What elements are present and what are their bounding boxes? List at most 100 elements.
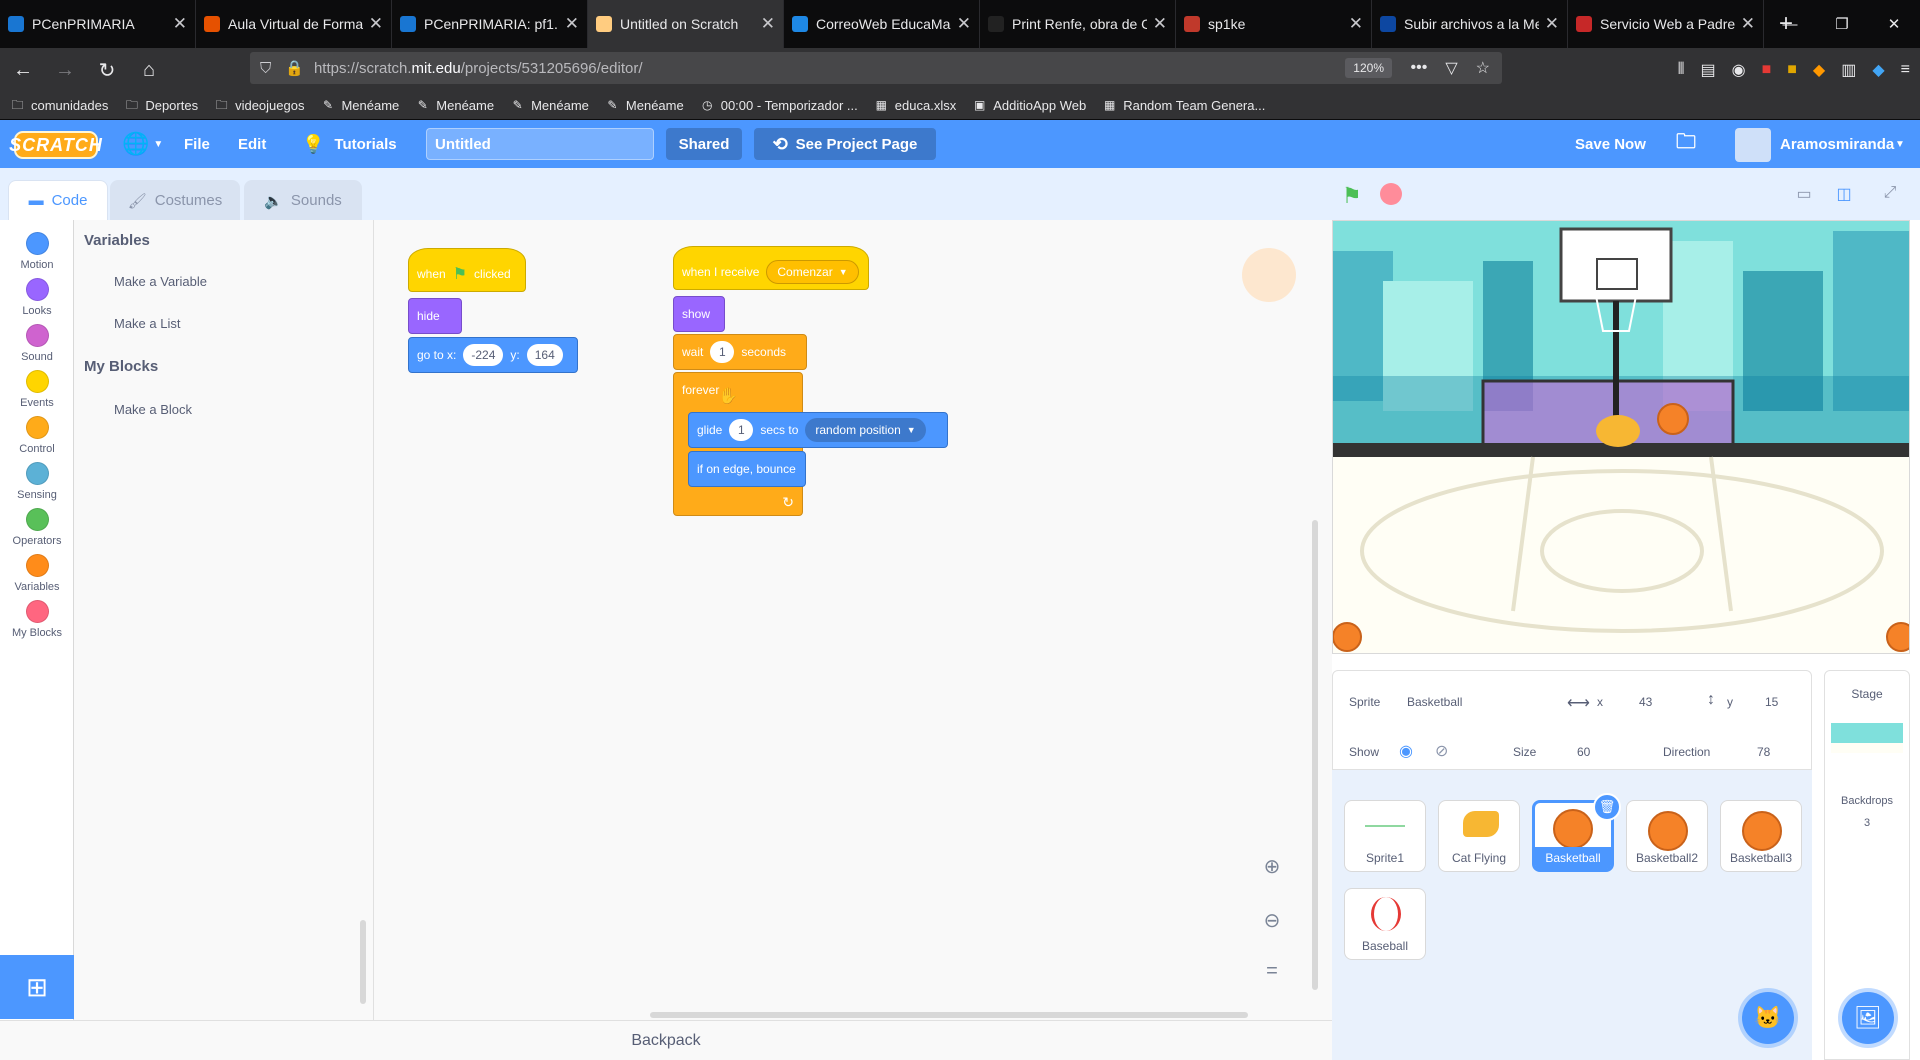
- close-tab-icon[interactable]: ✕: [173, 14, 187, 34]
- category-my-blocks[interactable]: My Blocks: [0, 600, 74, 639]
- close-tab-icon[interactable]: ✕: [957, 14, 971, 34]
- browser-tab[interactable]: Print Renfe, obra de Cru ✕: [980, 0, 1176, 48]
- browser-tab[interactable]: PCenPRIMARIA ✕: [0, 0, 196, 48]
- file-menu[interactable]: File: [184, 120, 210, 168]
- save-now-button[interactable]: Save Now: [1575, 120, 1646, 168]
- lock-icon[interactable]: 🔒: [285, 59, 304, 77]
- sprite-name-field[interactable]: Basketball: [1407, 695, 1462, 709]
- close-tab-icon[interactable]: ✕: [369, 14, 383, 34]
- add-sprite-button[interactable]: 🐱: [1742, 992, 1794, 1044]
- when-flag-clicked-block[interactable]: when ⚑ clicked: [408, 248, 526, 292]
- direction-field[interactable]: 78: [1757, 745, 1770, 759]
- zoom-reset-icon[interactable]: =: [1258, 960, 1286, 983]
- browser-tab[interactable]: Subir archivos a la Media ✕: [1372, 0, 1568, 48]
- tab-sounds[interactable]: 🔈 Sounds: [244, 180, 362, 220]
- add-backdrop-button[interactable]: 🖼: [1842, 992, 1894, 1044]
- bookmark-item[interactable]: ◷ 00:00 - Temporizador ...: [700, 98, 858, 113]
- make-variable-button[interactable]: Make a Variable: [114, 274, 207, 289]
- backdrop-thumbnail[interactable]: [1831, 723, 1903, 753]
- account-icon[interactable]: ◉: [1732, 60, 1746, 80]
- backpack[interactable]: Backpack: [0, 1020, 1332, 1060]
- category-sensing[interactable]: Sensing: [0, 462, 74, 501]
- zoom-in-icon[interactable]: ⊕: [1258, 854, 1286, 879]
- size-field[interactable]: 60: [1577, 745, 1590, 759]
- forward-icon[interactable]: →: [46, 53, 84, 87]
- scratch-logo[interactable]: SCRATCH: [9, 131, 102, 159]
- palette-scrollbar[interactable]: [360, 920, 366, 1004]
- tutorials-button[interactable]: 💡 Tutorials: [302, 120, 397, 168]
- close-window-icon[interactable]: ✕: [1868, 0, 1920, 48]
- close-tab-icon[interactable]: ✕: [1741, 14, 1755, 34]
- stage-canvas[interactable]: [1332, 220, 1910, 654]
- delete-sprite-icon[interactable]: 🗑: [1593, 793, 1621, 821]
- browser-tab[interactable]: sp1ke ✕: [1176, 0, 1372, 48]
- extension-icon[interactable]: ◆: [1872, 60, 1884, 80]
- project-title-input[interactable]: [426, 128, 654, 160]
- bookmark-item[interactable]: ▦ Random Team Genera...: [1102, 98, 1265, 113]
- browser-tab[interactable]: Untitled on Scratch ✕: [588, 0, 784, 48]
- sprite-tile[interactable]: Basketball3: [1720, 800, 1802, 872]
- bookmark-item[interactable]: ✎ Menéame: [605, 98, 683, 113]
- browser-tab[interactable]: Servicio Web a Padres de ✕: [1568, 0, 1764, 48]
- language-menu[interactable]: 🌐 ▼: [122, 120, 163, 168]
- back-icon[interactable]: ←: [4, 53, 42, 87]
- bookmark-item[interactable]: ✎ Menéame: [415, 98, 494, 113]
- tab-code[interactable]: ▬ Code: [8, 180, 108, 220]
- glide-target-dropdown[interactable]: random position ▼: [805, 418, 926, 442]
- green-flag-icon[interactable]: ⚑: [1342, 183, 1366, 208]
- bookmark-item[interactable]: ▦ educa.xlsx: [874, 98, 957, 113]
- category-sound[interactable]: Sound: [0, 324, 74, 363]
- eye-icon[interactable]: ◉: [1399, 741, 1413, 761]
- y-field[interactable]: 15: [1765, 695, 1778, 709]
- browser-tab[interactable]: Aula Virtual de Formació ✕: [196, 0, 392, 48]
- bounce-block[interactable]: if on edge, bounce: [688, 451, 806, 487]
- glide-block[interactable]: glide 1 secs to random position ▼: [688, 412, 948, 448]
- large-stage-icon[interactable]: ◫: [1834, 184, 1854, 204]
- category-control[interactable]: Control: [0, 416, 74, 455]
- sprite-tile[interactable]: Basketball2: [1626, 800, 1708, 872]
- sprite-tile[interactable]: Baseball: [1344, 888, 1426, 960]
- small-stage-icon[interactable]: ▭: [1794, 184, 1814, 204]
- sprite-tile[interactable]: Cat Flying: [1438, 800, 1520, 872]
- account-chevron-icon[interactable]: ▼: [1895, 120, 1905, 168]
- extension-icon[interactable]: ◆: [1813, 60, 1825, 80]
- close-tab-icon[interactable]: ✕: [1153, 14, 1167, 34]
- browser-tab[interactable]: PCenPRIMARIA: pf1. Pro ✕: [392, 0, 588, 48]
- x-field[interactable]: 43: [1639, 695, 1652, 709]
- home-icon[interactable]: ⌂: [130, 53, 168, 87]
- bookmark-item[interactable]: 🗀 videojuegos: [214, 98, 305, 113]
- message-dropdown[interactable]: Comenzar ▼: [766, 260, 859, 284]
- fullscreen-icon[interactable]: ⤢: [1880, 184, 1900, 204]
- make-list-button[interactable]: Make a List: [114, 316, 180, 331]
- make-block-button[interactable]: Make a Block: [114, 402, 192, 417]
- username[interactable]: Aramosmiranda: [1780, 120, 1894, 168]
- y-input[interactable]: 164: [526, 344, 563, 366]
- address-bar[interactable]: ⛉ 🔒 https://scratch. mit.edu/projects/531…: [250, 52, 1502, 84]
- zoom-level[interactable]: 120%: [1345, 58, 1392, 78]
- add-extension-button[interactable]: ⊞: [0, 955, 74, 1019]
- glide-seconds-input[interactable]: 1: [729, 419, 754, 441]
- extension-icon[interactable]: ▥: [1841, 60, 1856, 80]
- show-block[interactable]: show: [673, 296, 725, 332]
- minimize-icon[interactable]: —: [1764, 0, 1816, 48]
- restore-icon[interactable]: ❐: [1816, 0, 1868, 48]
- category-variables[interactable]: Variables: [0, 554, 74, 593]
- more-icon[interactable]: •••: [1411, 59, 1428, 77]
- pocket-icon[interactable]: ▽: [1445, 58, 1457, 78]
- bookmark-item[interactable]: 🗀 comunidades: [10, 98, 108, 113]
- close-tab-icon[interactable]: ✕: [565, 14, 579, 34]
- category-operators[interactable]: Operators: [0, 508, 74, 547]
- bookmark-item[interactable]: 🗀 Deportes: [124, 98, 198, 113]
- close-tab-icon[interactable]: ✕: [761, 14, 775, 34]
- bookmark-star-icon[interactable]: ☆: [1476, 58, 1490, 78]
- when-i-receive-block[interactable]: when I receive Comenzar ▼: [673, 246, 869, 290]
- wait-seconds-input[interactable]: 1: [710, 341, 735, 363]
- shared-button[interactable]: Shared: [666, 128, 742, 160]
- reload-icon[interactable]: ↻: [88, 53, 126, 87]
- my-stuff-folder-icon[interactable]: 🗀: [1676, 120, 1696, 168]
- library-icon[interactable]: ⫴: [1678, 61, 1685, 79]
- bookmark-item[interactable]: ✎ Menéame: [320, 98, 399, 113]
- browser-tab[interactable]: CorreoWeb EducaMadrid ✕: [784, 0, 980, 48]
- horizontal-scrollbar[interactable]: [650, 1012, 1248, 1018]
- sprite-tile-selected[interactable]: Basketball 🗑: [1532, 793, 1621, 872]
